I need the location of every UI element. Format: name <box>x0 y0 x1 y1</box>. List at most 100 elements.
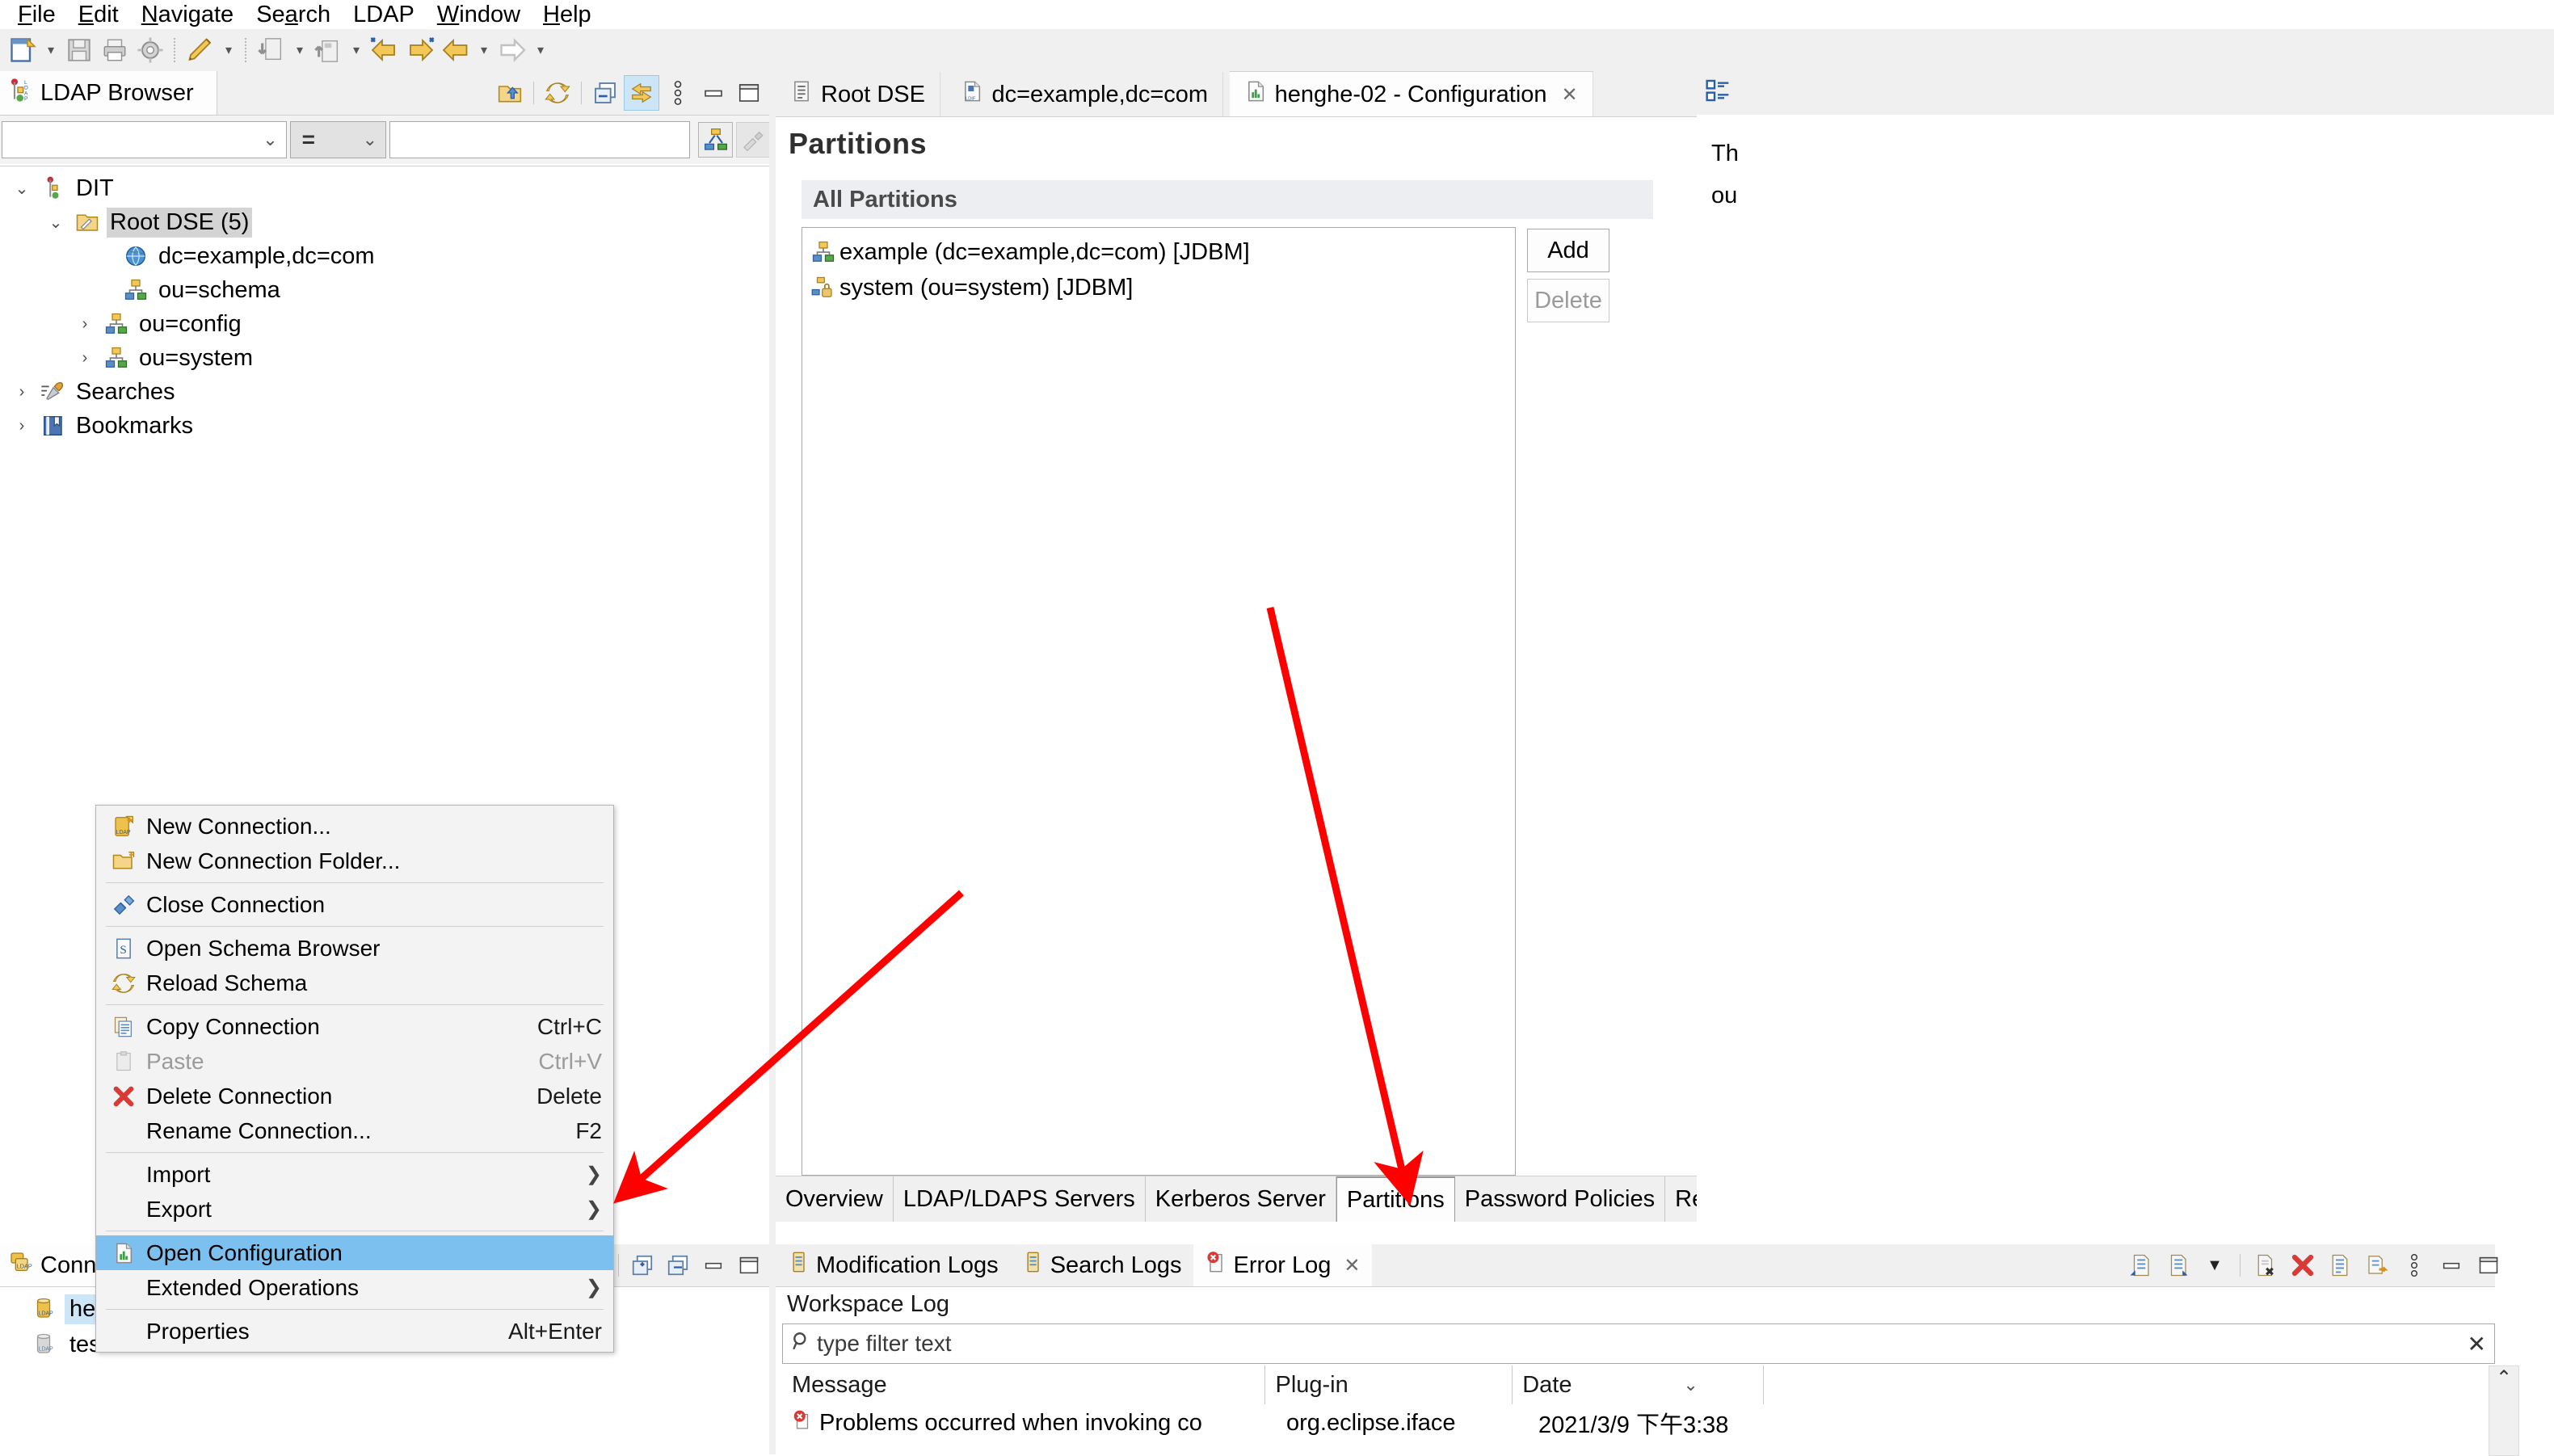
menu-item-open-configuration[interactable]: Open Configuration <box>96 1235 613 1270</box>
table-row[interactable]: Problems occurred when invoking co org.e… <box>782 1404 2485 1441</box>
minimize-icon[interactable] <box>696 1248 730 1282</box>
menu-item-import[interactable]: Import ❯ <box>96 1157 613 1192</box>
partitions-list[interactable]: example (dc=example,dc=com) [JDBM] syste… <box>802 227 1516 1176</box>
tab-error-log[interactable]: Error Log ✕ <box>1193 1244 1372 1286</box>
menu-item-export[interactable]: Export ❯ <box>96 1192 613 1227</box>
tab-ldap-browser[interactable]: LDAP LDAP Browser <box>0 71 217 115</box>
tab-modification-logs[interactable]: Modification Logs <box>776 1244 1010 1286</box>
menu-item-open-schema-browser[interactable]: S Open Schema Browser <box>96 931 613 966</box>
add-button[interactable]: Add <box>1527 229 1609 272</box>
collapse-all-icon[interactable] <box>661 1248 695 1282</box>
menu-item-delete-connection[interactable]: Delete Connection Delete <box>96 1079 613 1113</box>
menu-item-new-connection[interactable]: LDAP New Connection... <box>96 809 613 844</box>
twisty-expanded-icon[interactable]: ⌄ <box>39 205 73 239</box>
tree-row[interactable]: › Searches <box>0 375 769 409</box>
clear-log-icon[interactable] <box>2249 1248 2283 1282</box>
vertical-sash[interactable] <box>769 71 776 1454</box>
import-log-icon[interactable] <box>2161 1248 2194 1282</box>
edit-dropdown-arrow-icon[interactable]: ▾ <box>218 32 239 68</box>
open-folder-up-icon[interactable] <box>493 76 527 110</box>
menu-window[interactable]: Window <box>426 0 532 29</box>
back-history-icon[interactable] <box>367 32 402 68</box>
close-icon[interactable]: ✕ <box>1344 1254 1360 1277</box>
filter-operator-combo[interactable]: = ⌄ <box>289 121 387 158</box>
forward-dropdown-arrow-icon[interactable]: ▾ <box>530 32 551 68</box>
menu-item-reload-schema[interactable]: Reload Schema <box>96 966 613 1000</box>
column-header-message[interactable]: Message <box>782 1366 1266 1404</box>
list-item[interactable]: example (dc=example,dc=com) [JDBM] <box>802 234 1515 270</box>
menu-item-extended-operations[interactable]: Extended Operations ❯ <box>96 1270 613 1305</box>
tab-partitions[interactable]: Partitions <box>1336 1176 1455 1222</box>
column-header-date[interactable]: Date ⌄ <box>1513 1366 1764 1404</box>
menu-search[interactable]: Search <box>245 0 342 29</box>
minimize-icon[interactable] <box>2434 1248 2468 1282</box>
new-dropdown-arrow-icon[interactable]: ▾ <box>40 32 61 68</box>
export-icon[interactable] <box>310 32 346 68</box>
tab-dc-example[interactable]: LDIF dc=example,dc=com <box>946 72 1224 117</box>
delete-log-icon[interactable] <box>2286 1248 2320 1282</box>
twisty-collapsed-icon[interactable]: › <box>5 409 39 443</box>
maximize-icon[interactable] <box>732 1248 766 1282</box>
maximize-icon[interactable] <box>2472 1248 2506 1282</box>
menu-item-rename-connection[interactable]: Rename Connection... F2 <box>96 1113 613 1148</box>
twisty-collapsed-icon[interactable]: › <box>5 375 39 409</box>
menu-item-new-connection-folder[interactable]: New Connection Folder... <box>96 844 613 878</box>
edit-entry-pencil-icon[interactable] <box>183 32 218 68</box>
back-icon[interactable] <box>438 32 473 68</box>
view-menu-icon[interactable] <box>2397 1248 2431 1282</box>
menu-file[interactable]: File <box>6 0 67 29</box>
tree-row[interactable]: ou=schema <box>0 273 769 307</box>
list-item[interactable]: system (ou=system) [JDBM] <box>802 270 1515 305</box>
tab-overview[interactable]: Overview <box>776 1176 894 1222</box>
close-icon[interactable]: ✕ <box>1562 83 1578 107</box>
connection-context-menu[interactable]: LDAP New Connection... New Connection Fo… <box>95 805 614 1353</box>
menu-item-properties[interactable]: Properties Alt+Enter <box>96 1314 613 1349</box>
open-log-icon[interactable] <box>2323 1248 2357 1282</box>
tree-row[interactable]: dc=example,dc=com <box>0 239 769 273</box>
filter-attribute-combo[interactable]: ⌄ <box>2 121 287 158</box>
tree-row[interactable]: ⌄ Root DSE (5) <box>0 205 769 239</box>
tree-row[interactable]: ⌄ DIT <box>0 171 769 205</box>
scroll-up-icon[interactable]: ⌃ <box>2496 1366 2512 1390</box>
tab-configuration[interactable]: henghe-02 - Configuration ✕ <box>1229 71 1593 117</box>
tree-row[interactable]: › Bookmarks <box>0 409 769 443</box>
log-filter-input[interactable]: type filter text ✕ <box>782 1323 2495 1364</box>
log-scrollbar[interactable]: ⌃ <box>2489 1366 2519 1456</box>
apply-filter-icon[interactable] <box>698 122 734 158</box>
clear-filter-icon[interactable] <box>736 122 771 158</box>
forward-icon[interactable] <box>494 32 530 68</box>
tab-search-logs[interactable]: Search Logs <box>1010 1244 1193 1286</box>
view-menu-icon[interactable] <box>661 76 695 110</box>
expand-all-icon[interactable] <box>625 1248 659 1282</box>
new-icon[interactable] <box>5 32 40 68</box>
forward-history-icon[interactable] <box>402 32 438 68</box>
export-dropdown-arrow-icon[interactable]: ▾ <box>346 32 367 68</box>
menu-help[interactable]: Help <box>532 0 603 29</box>
menu-item-copy-connection[interactable]: Copy Connection Ctrl+C <box>96 1009 613 1044</box>
delete-button[interactable]: Delete <box>1527 279 1609 322</box>
dropdown-arrow-icon[interactable]: ▼ <box>2198 1248 2232 1282</box>
menu-navigate[interactable]: Navigate <box>130 0 245 29</box>
import-dropdown-arrow-icon[interactable]: ▾ <box>289 32 310 68</box>
tab-ldap-ldaps-servers[interactable]: LDAP/LDAPS Servers <box>894 1176 1146 1222</box>
menu-ldap[interactable]: LDAP <box>342 0 426 29</box>
back-dropdown-arrow-icon[interactable]: ▾ <box>473 32 494 68</box>
restore-log-icon[interactable] <box>2360 1248 2394 1282</box>
column-header-plugin[interactable]: Plug-in <box>1265 1366 1513 1404</box>
tree-row[interactable]: › ou=system <box>0 341 769 375</box>
filter-value-combo[interactable] <box>389 121 691 158</box>
refresh-schema-icon[interactable] <box>541 76 574 110</box>
menu-item-close-connection[interactable]: Close Connection <box>96 887 613 922</box>
menu-edit[interactable]: Edit <box>67 0 130 29</box>
twisty-collapsed-icon[interactable]: › <box>68 341 102 375</box>
preferences-gear-icon[interactable] <box>133 32 168 68</box>
save-icon[interactable] <box>61 32 97 68</box>
tab-root-dse[interactable]: Root DSE <box>776 72 940 117</box>
maximize-icon[interactable] <box>732 76 766 110</box>
clear-filter-icon[interactable]: ✕ <box>2468 1331 2486 1357</box>
menu-item-paste[interactable]: Paste Ctrl+V <box>96 1044 613 1079</box>
collapse-all-icon[interactable] <box>588 76 622 110</box>
minimize-icon[interactable] <box>696 76 730 110</box>
twisty-collapsed-icon[interactable]: › <box>68 307 102 341</box>
twisty-expanded-icon[interactable]: ⌄ <box>5 171 39 205</box>
